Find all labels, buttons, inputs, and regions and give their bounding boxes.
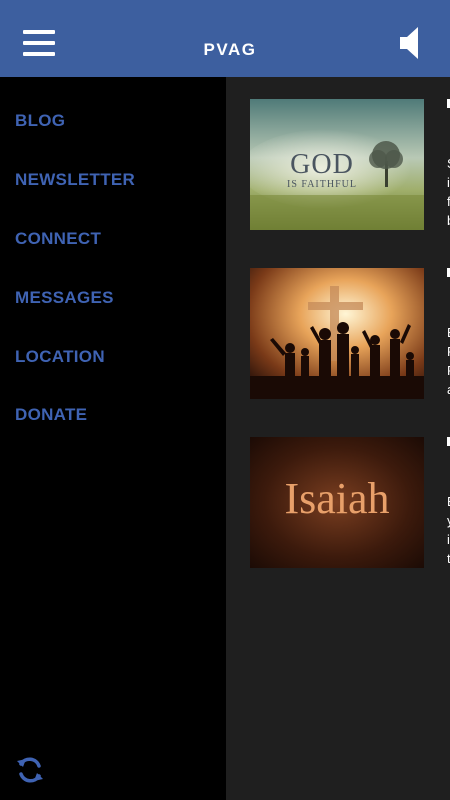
post-card[interactable]: GOD IS FAITHFUL S i f b [226, 99, 450, 239]
post-card[interactable]: E F F a [226, 268, 450, 408]
top-app-bar: PVAG [0, 0, 450, 77]
refresh-icon[interactable] [15, 755, 45, 785]
menu-bar [23, 30, 55, 34]
app-title: PVAG [203, 40, 257, 59]
image-headline: GOD [290, 149, 354, 180]
post-thumbnail-cross-silhouettes[interactable] [250, 268, 424, 399]
nav-item-messages[interactable]: MESSAGES [15, 288, 114, 308]
app-root: PVAG BLOG NEWSLETTER CONNECT MESSAGES LO… [0, 0, 450, 800]
nav-item-blog[interactable]: BLOG [15, 111, 65, 131]
side-navigation-drawer: BLOG NEWSLETTER CONNECT MESSAGES LOCATIO… [0, 77, 226, 800]
speaker-icon[interactable] [398, 26, 424, 60]
image-headline: Isaiah [284, 474, 389, 523]
image-subheadline: IS FAITHFUL [287, 179, 357, 190]
nav-item-connect[interactable]: CONNECT [15, 229, 101, 249]
nav-item-newsletter[interactable]: NEWSLETTER [15, 170, 135, 190]
post-thumbnail-god-is-faithful[interactable]: GOD IS FAITHFUL [250, 99, 424, 230]
post-thumbnail-isaiah[interactable]: Isaiah [250, 437, 424, 568]
post-list: GOD IS FAITHFUL S i f b [226, 77, 450, 800]
nav-item-location[interactable]: LOCATION [15, 347, 105, 367]
nav-item-donate[interactable]: DONATE [15, 405, 87, 425]
post-card[interactable]: Isaiah E y i t [226, 437, 450, 577]
